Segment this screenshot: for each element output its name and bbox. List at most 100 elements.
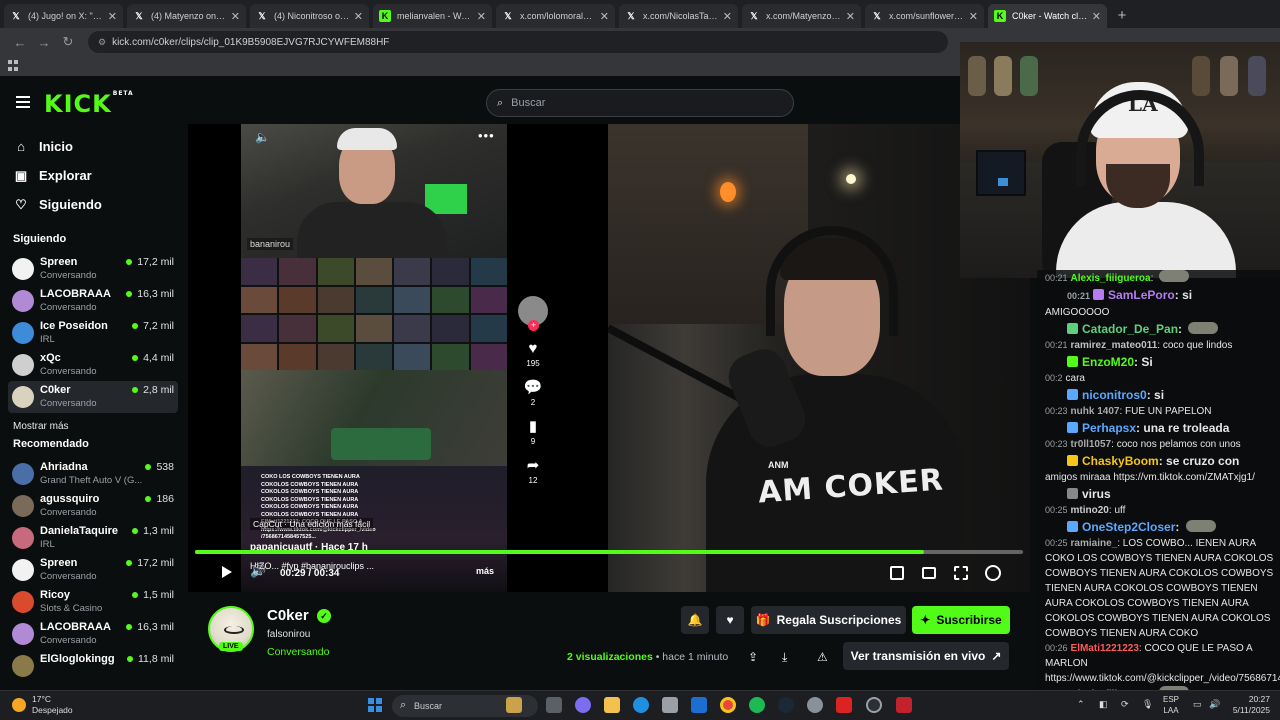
- tab-close-icon[interactable]: ✕: [354, 10, 363, 23]
- volume-tray-icon[interactable]: 🔊: [1209, 699, 1220, 710]
- watch-live-button[interactable]: Ver transmisión en vivo ↗: [843, 642, 1009, 670]
- video-player[interactable]: bananirou COKO LOS COWBOYS TIENEN AURA CO…: [188, 124, 1030, 592]
- address-bar[interactable]: ⚙ kick.com/c0ker/clips/clip_01K9B5908EJV…: [88, 31, 948, 53]
- show-more-link[interactable]: Mostrar más: [0, 421, 188, 432]
- sidebar-channel[interactable]: LACOBRAAA 16,3 mil Conversando: [8, 285, 178, 317]
- tab-close-icon[interactable]: ✕: [477, 10, 486, 23]
- shield-icon[interactable]: [836, 697, 852, 713]
- steam-icon[interactable]: [778, 697, 794, 713]
- pip-icon[interactable]: [890, 566, 904, 580]
- sidebar-channel[interactable]: Ahriadna 538 Grand Theft Auto V (G...: [8, 458, 178, 490]
- network-icon[interactable]: ▭: [1193, 699, 1202, 710]
- comment-action[interactable]: 💬 2: [517, 378, 549, 407]
- chat-username[interactable]: EnzoM20: [1082, 355, 1134, 369]
- tab-close-icon[interactable]: ✕: [846, 10, 855, 23]
- progress-bar[interactable]: [195, 550, 1023, 554]
- edge-icon[interactable]: [633, 697, 649, 713]
- subscribe-button[interactable]: ✦ Suscribirse: [912, 606, 1010, 634]
- follow-button[interactable]: ♥: [716, 606, 744, 634]
- play-icon[interactable]: [222, 566, 232, 578]
- chat-username[interactable]: ramirez_mateo011: [1071, 340, 1158, 351]
- sidebar-channel[interactable]: Spreen 17,2 mil Conversando: [8, 253, 178, 285]
- browser-tab[interactable]: 𝕏x.com/lolomorales_/s ✕: [496, 4, 615, 28]
- tray-app-icon[interactable]: ◧: [1099, 699, 1108, 710]
- chat-username[interactable]: ElMati1221223: [1071, 643, 1139, 654]
- browser-tab[interactable]: 𝕏 (4) Niconitroso on X ✕: [250, 4, 369, 28]
- sidebar-channel[interactable]: Ricoy 1,5 mil Slots & Casino: [8, 586, 178, 618]
- browser-tab[interactable]: K C0ker - Watch clips o ✕: [988, 4, 1107, 28]
- windows-start-icon[interactable]: [368, 698, 382, 712]
- channel-category[interactable]: Conversando: [267, 646, 329, 658]
- chat-username[interactable]: tr0ll1057: [1071, 439, 1112, 450]
- kick-logo[interactable]: KICKBETA: [44, 90, 134, 118]
- chat-username[interactable]: ramiaine_: [1071, 538, 1118, 549]
- forward-arrow-icon[interactable]: →: [32, 35, 56, 50]
- spotify-icon[interactable]: [749, 697, 765, 713]
- chat-username[interactable]: OneStep2Closer: [1082, 520, 1175, 534]
- new-tab-button[interactable]: +: [1111, 4, 1133, 26]
- tab-close-icon[interactable]: ✕: [108, 10, 117, 23]
- clip-volume-icon[interactable]: 🔈: [255, 130, 270, 144]
- back-arrow-icon[interactable]: ←: [8, 35, 32, 50]
- app-icon[interactable]: [896, 697, 912, 713]
- sidebar-channel[interactable]: xQc 4,4 mil Conversando: [8, 349, 178, 381]
- share-icon[interactable]: ⇪: [748, 650, 758, 664]
- sidebar-channel[interactable]: LACOBRAAA 16,3 mil Conversando: [8, 618, 178, 650]
- more-options-icon[interactable]: •••: [478, 128, 495, 143]
- download-icon[interactable]: ⤓: [782, 650, 787, 665]
- tray-sync-icon[interactable]: ⟳: [1121, 699, 1129, 710]
- site-info-icon[interactable]: ⚙: [98, 37, 106, 48]
- sidebar-channel[interactable]: Spreen 17,2 mil Conversando: [8, 554, 178, 586]
- chat-username[interactable]: SamLePoro: [1108, 288, 1175, 302]
- chat-username[interactable]: Catador_De_Pan: [1082, 322, 1178, 336]
- like-action[interactable]: ♥ 195: [517, 340, 549, 368]
- reload-icon[interactable]: ↻: [56, 34, 80, 50]
- sidebar-nav-siguiendo[interactable]: ♡ Siguiendo: [0, 190, 188, 219]
- channel-name[interactable]: C0ker: [267, 607, 309, 624]
- weather-widget[interactable]: 17°C Despejado: [12, 694, 73, 716]
- browser-tab[interactable]: 𝕏x.com/sunflowerofca ✕: [865, 4, 984, 28]
- sidebar-channel[interactable]: agussquiro 186 Conversando: [8, 490, 178, 522]
- browser-tab[interactable]: 𝕏 (4) Matyenzo on X: "ji ✕: [127, 4, 246, 28]
- menu-icon[interactable]: [16, 96, 30, 108]
- browser-tab[interactable]: 𝕏x.com/NicolasTaps/st ✕: [619, 4, 738, 28]
- report-icon[interactable]: ⚠: [817, 650, 828, 664]
- settings-gear-icon[interactable]: [807, 697, 823, 713]
- author-avatar[interactable]: [518, 296, 548, 331]
- sidebar-nav-inicio[interactable]: ⌂ Inicio: [0, 132, 188, 161]
- apps-grid-icon[interactable]: [8, 60, 19, 71]
- tray-chevron-icon[interactable]: ⌃: [1077, 699, 1085, 710]
- tab-close-icon[interactable]: ✕: [723, 10, 732, 23]
- search-input[interactable]: ⌕ Buscar: [486, 89, 794, 117]
- settings-icon[interactable]: [985, 565, 1001, 581]
- chat-username[interactable]: Alexis_fiiigueroa: [1071, 273, 1151, 284]
- search-highlight-icon[interactable]: [506, 697, 522, 713]
- fullscreen-icon[interactable]: [954, 566, 968, 580]
- tab-close-icon[interactable]: ✕: [969, 10, 978, 23]
- microphone-icon[interactable]: 🎙: [1142, 699, 1153, 710]
- store-icon[interactable]: [662, 697, 678, 713]
- tab-close-icon[interactable]: ✕: [231, 10, 240, 23]
- share-action[interactable]: ➦ 12: [517, 456, 549, 485]
- theater-mode-icon[interactable]: [922, 567, 936, 579]
- save-action[interactable]: ▮ 9: [517, 417, 549, 446]
- browser-tab[interactable]: 𝕏x.com/Matyenzoo/st ✕: [742, 4, 861, 28]
- tab-close-icon[interactable]: ✕: [600, 10, 609, 23]
- chat-username[interactable]: ChaskyBoom: [1082, 454, 1159, 468]
- gift-subs-button[interactable]: 🎁 Regala Suscripciones: [751, 606, 906, 634]
- outlook-icon[interactable]: [691, 697, 707, 713]
- chrome-icon[interactable]: [720, 697, 736, 713]
- browser-tab[interactable]: 𝕏 (4) Jugo! on X: "AJAJ ✕: [4, 4, 123, 28]
- browser-tab[interactable]: Kmelianvalen - Watch ✕: [373, 4, 492, 28]
- chat-username[interactable]: nuhk 1407: [1071, 406, 1120, 417]
- sidebar-channel[interactable]: Ice Poseidon 7,2 mil IRL: [8, 317, 178, 349]
- chat-username[interactable]: niconitros0: [1082, 388, 1147, 402]
- tab-close-icon[interactable]: ✕: [1092, 10, 1101, 23]
- copilot-icon[interactable]: [575, 697, 591, 713]
- chat-username[interactable]: mtino20: [1071, 505, 1109, 516]
- file-explorer-icon[interactable]: [604, 697, 620, 713]
- volume-icon[interactable]: 🔊: [250, 563, 266, 579]
- language-indicator[interactable]: ESP LAA: [1163, 694, 1179, 716]
- sidebar-channel[interactable]: C0ker 2,8 mil Conversando: [8, 381, 178, 413]
- task-view-icon[interactable]: [546, 697, 562, 713]
